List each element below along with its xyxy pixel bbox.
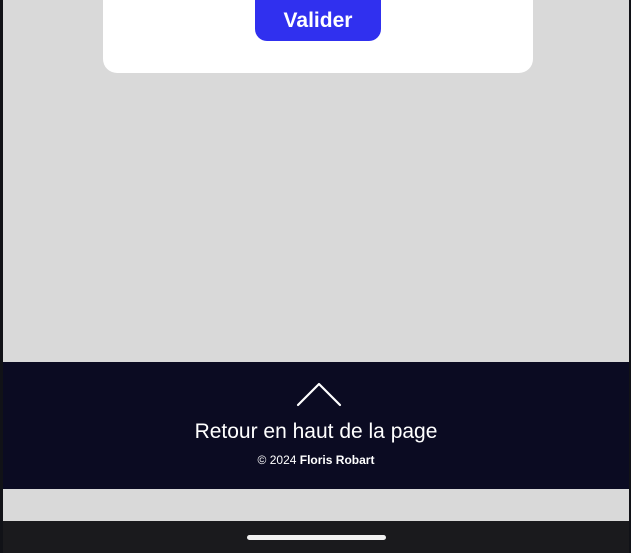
- system-navigation-bar: [3, 521, 629, 553]
- chevron-up-icon: [296, 382, 342, 407]
- back-to-top-link[interactable]: Retour en haut de la page: [3, 362, 629, 443]
- copyright-text: © 2024 Floris Robart: [3, 452, 629, 468]
- validate-button[interactable]: Valider: [255, 0, 381, 41]
- page-footer: Retour en haut de la page © 2024 Floris …: [3, 362, 629, 489]
- copyright-author: Floris Robart: [299, 453, 375, 467]
- back-to-top-label: Retour en haut de la page: [194, 420, 438, 443]
- form-card: Valider: [103, 0, 533, 73]
- copyright-prefix: © 2024: [257, 453, 297, 467]
- home-indicator-icon[interactable]: [247, 535, 386, 540]
- screen: Valider Retour en haut de la page © 2024…: [0, 0, 631, 553]
